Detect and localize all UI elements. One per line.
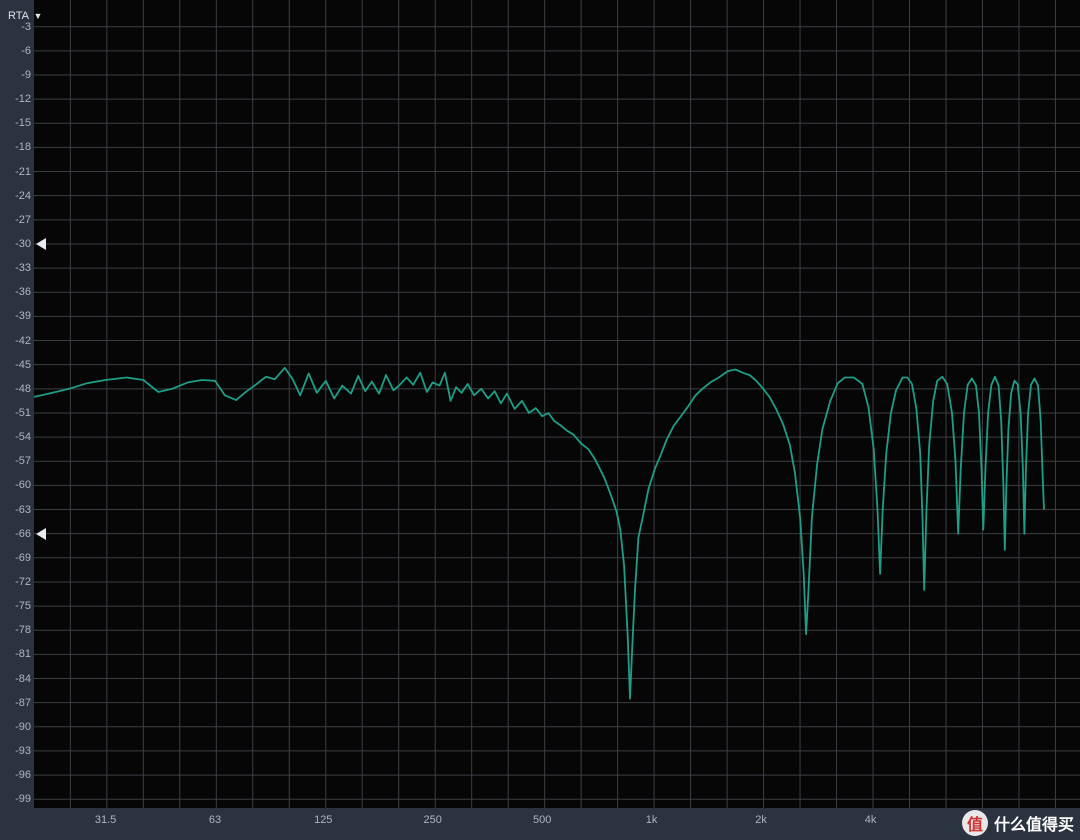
y-tick-label: -57 xyxy=(15,455,31,468)
rta-mode-dropdown[interactable]: RTA ▼ xyxy=(8,10,42,22)
x-tick-label: 125 xyxy=(314,814,333,826)
x-tick-label: 1k xyxy=(645,814,658,826)
x-tick-label: 63 xyxy=(208,814,222,826)
y-tick-label: -75 xyxy=(15,600,31,613)
y-tick-label: -3 xyxy=(21,20,31,33)
x-tick-label: 2k xyxy=(755,814,767,826)
y-tick-label: -54 xyxy=(15,431,31,444)
y-tick-label: -48 xyxy=(15,382,31,395)
plot-canvas xyxy=(34,0,1080,808)
y-axis: -3 -6 -9 -12 -15 -18 -21 -24 -27 -30 -33 -36 -39 -42 -… xyxy=(0,0,34,840)
y-tick-label: -21 xyxy=(15,165,31,178)
rta-plot xyxy=(34,0,1080,808)
y-tick-label: -66 xyxy=(15,527,31,540)
y-tick-label: -84 xyxy=(15,672,31,685)
chevron-down-icon: ▼ xyxy=(33,11,43,21)
y-tick-label: -69 xyxy=(15,551,31,564)
watermark-text: 什么值得买 xyxy=(993,817,1074,834)
y-tick-label: -90 xyxy=(15,720,31,733)
y-tick-label: -6 xyxy=(21,44,31,57)
y-tick-label: -36 xyxy=(15,286,31,299)
y-tick-label: -24 xyxy=(15,189,31,202)
y-tick-label: -30 xyxy=(15,237,31,250)
y-tick-label: -81 xyxy=(15,648,31,661)
y-tick-label: -15 xyxy=(15,117,31,130)
y-tick-label: -93 xyxy=(15,744,31,757)
y-tick-label: -18 xyxy=(15,141,31,154)
y-tick-label: -39 xyxy=(15,310,31,323)
y-tick-label: -72 xyxy=(15,575,31,588)
x-tick-label: 250 xyxy=(423,814,442,826)
x-axis: 31.5631252505001k2k4k8k xyxy=(34,808,1080,840)
y-tick-label: -9 xyxy=(21,68,31,81)
y-tick-label: -78 xyxy=(15,624,31,637)
x-tick-label: 31.5 xyxy=(94,814,117,826)
y-tick-label: -96 xyxy=(15,769,31,782)
level-marker-handle[interactable] xyxy=(36,237,46,250)
y-tick-label: -12 xyxy=(15,93,31,106)
y-tick-label: -87 xyxy=(15,696,31,709)
x-tick-label: 500 xyxy=(532,814,552,826)
watermark: 值 什么值得买 xyxy=(961,810,1074,836)
y-tick-label: -63 xyxy=(15,503,31,516)
y-tick-label: -51 xyxy=(15,406,31,419)
x-tick-label: 4k xyxy=(864,814,877,826)
watermark-logo: 值 xyxy=(961,810,988,836)
y-tick-label: -45 xyxy=(15,358,31,371)
y-tick-label: -33 xyxy=(15,262,31,275)
y-tick-label: -42 xyxy=(15,334,31,347)
level-marker-handle[interactable] xyxy=(36,527,46,540)
rta-mode-label: RTA xyxy=(8,10,29,22)
y-tick-label: -60 xyxy=(15,479,31,492)
y-tick-label: -99 xyxy=(15,793,31,806)
y-tick-label: -27 xyxy=(15,213,31,226)
